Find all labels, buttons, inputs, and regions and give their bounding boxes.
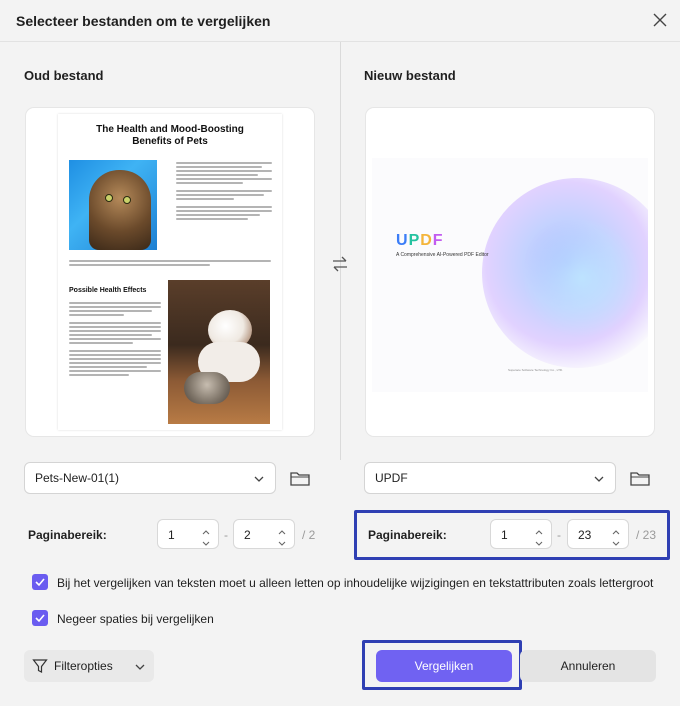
chevron-up-icon[interactable] xyxy=(533,524,545,535)
column-divider xyxy=(340,42,341,460)
filter-options-button[interactable]: Filteropties xyxy=(24,650,154,682)
chevron-down-icon[interactable] xyxy=(276,536,288,546)
content-only-label: Bij het vergelijken van teksten moet u a… xyxy=(57,576,654,590)
doc-text-block xyxy=(176,162,272,222)
cat-photo xyxy=(69,160,157,250)
old-range-to-input[interactable]: 2 xyxy=(233,519,295,549)
dialog-titlebar: Selecteer bestanden om te vergelijken xyxy=(0,0,680,42)
new-file-select-value: UPDF xyxy=(375,471,408,485)
doc-text-block xyxy=(69,260,271,268)
close-icon[interactable] xyxy=(650,10,670,30)
checkmark-icon xyxy=(35,614,45,623)
doc-title: The Health and Mood-Boosting Benefits of… xyxy=(96,124,244,147)
chevron-down-icon xyxy=(253,472,265,484)
chevron-up-icon[interactable] xyxy=(200,524,212,535)
chevron-down-icon xyxy=(593,472,605,484)
range-dash: - xyxy=(224,528,228,542)
new-file-select[interactable]: UPDF xyxy=(364,462,616,494)
new-range-label: Paginabereik: xyxy=(368,528,447,542)
swap-icon[interactable] xyxy=(330,254,350,274)
dog-and-cat-photo xyxy=(168,280,270,424)
new-range-from-input[interactable]: 1 xyxy=(490,519,552,549)
content-only-checkbox[interactable] xyxy=(32,574,48,590)
filter-icon xyxy=(32,658,48,674)
checkmark-icon xyxy=(35,578,45,587)
ignore-spaces-label: Negeer spaties bij vergelijken xyxy=(57,612,214,626)
filter-options-label: Filteropties xyxy=(54,659,113,673)
old-file-select[interactable]: Pets-New-01(1) xyxy=(24,462,276,494)
updf-logo: UPDF xyxy=(396,232,444,249)
chevron-down-icon[interactable] xyxy=(610,536,622,546)
updf-footer: Superace Software Technology Co., LTD. xyxy=(508,368,563,372)
doc-section-heading: Possible Health Effects xyxy=(69,287,147,294)
chevron-down-icon xyxy=(134,660,146,672)
cancel-button[interactable]: Annuleren xyxy=(520,650,656,682)
old-file-folder-icon[interactable] xyxy=(289,468,311,488)
chevron-down-icon[interactable] xyxy=(200,536,212,546)
old-range-label: Paginabereik: xyxy=(28,528,107,542)
old-file-heading: Oud bestand xyxy=(24,68,104,83)
compare-button[interactable]: Vergelijken xyxy=(376,650,512,682)
dialog-title: Selecteer bestanden om te vergelijken xyxy=(16,13,271,29)
old-range-total: / 2 xyxy=(302,528,316,542)
chevron-up-icon[interactable] xyxy=(610,524,622,535)
new-range-to-input[interactable]: 23 xyxy=(567,519,629,549)
old-file-select-value: Pets-New-01(1) xyxy=(35,471,120,485)
range-dash: - xyxy=(557,528,561,542)
new-file-folder-icon[interactable] xyxy=(629,468,651,488)
new-range-total: / 23 xyxy=(636,528,657,542)
new-range-from-value: 1 xyxy=(501,528,508,542)
old-range-to-value: 2 xyxy=(244,528,251,542)
chevron-up-icon[interactable] xyxy=(276,524,288,535)
new-file-page-thumbnail: UPDF A Comprehensive AI-Powered PDF Edit… xyxy=(372,158,648,392)
new-file-heading: Nieuw bestand xyxy=(364,68,456,83)
updf-tagline: A Comprehensive AI-Powered PDF Editor xyxy=(396,252,489,258)
old-range-from-value: 1 xyxy=(168,528,175,542)
new-range-to-value: 23 xyxy=(578,528,592,542)
old-file-page-thumbnail: The Health and Mood-Boosting Benefits of… xyxy=(58,114,282,430)
chevron-down-icon[interactable] xyxy=(533,536,545,546)
old-range-from-input[interactable]: 1 xyxy=(157,519,219,549)
ignore-spaces-checkbox[interactable] xyxy=(32,610,48,626)
doc-text-block xyxy=(69,302,161,378)
